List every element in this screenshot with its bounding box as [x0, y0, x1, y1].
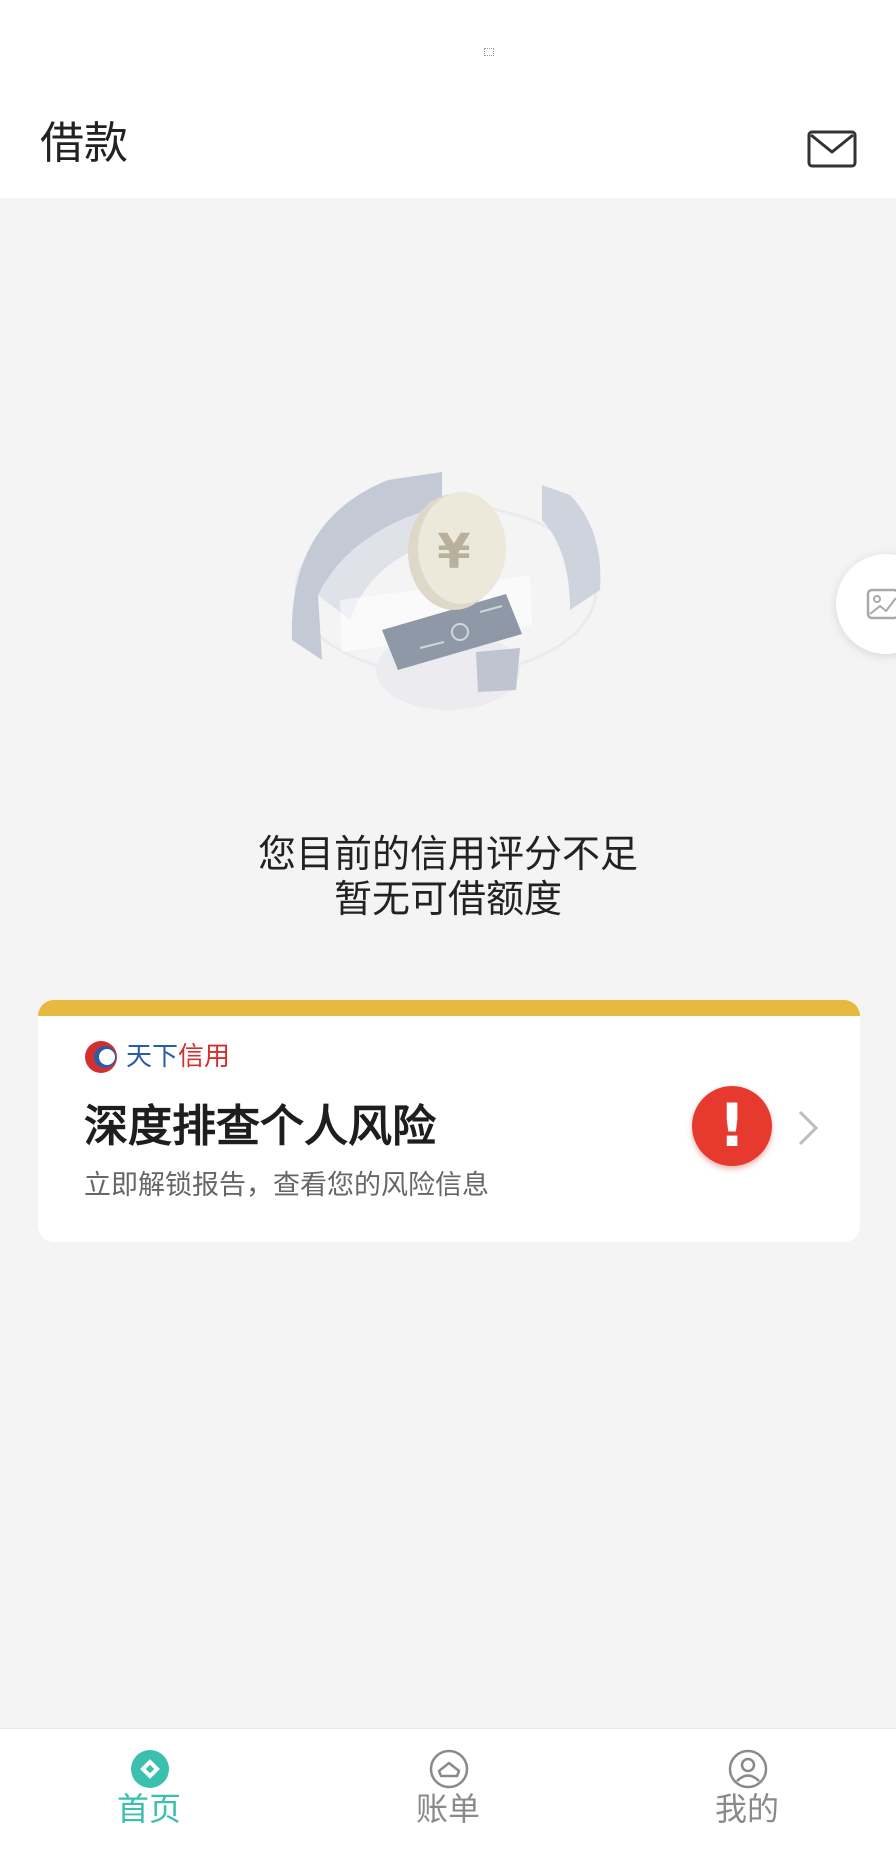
card-top-bar: [38, 1000, 860, 1016]
chevron-right-icon: [798, 1110, 819, 1146]
tab-profile[interactable]: 我的: [598, 1729, 896, 1849]
home-diamond-icon: [131, 1750, 169, 1788]
tab-home[interactable]: 首页: [0, 1729, 298, 1849]
page-title: 借款: [40, 118, 128, 169]
tab-home-label: 首页: [116, 1790, 181, 1828]
bill-icon: [429, 1749, 469, 1789]
floating-image-button[interactable]: [836, 554, 896, 654]
alert-symbol: !: [718, 1091, 745, 1161]
svg-text:¥: ¥: [437, 524, 470, 580]
status-bar: [0, 0, 896, 100]
header: 借款: [0, 100, 896, 198]
brand-name-part2: 信用: [178, 1042, 231, 1072]
risk-report-card[interactable]: 天下信用 深度排查个人风险 立即解锁报告，查看您的风险信息 !: [38, 1000, 860, 1242]
status-indicator-icon: [484, 48, 494, 56]
image-edit-icon: [866, 588, 896, 620]
alert-icon: !: [692, 1086, 772, 1166]
empty-state-line2: 暂无可借额度: [333, 877, 562, 921]
profile-icon: [728, 1749, 768, 1789]
card-title: 深度排查个人风险: [84, 1101, 436, 1152]
empty-credit-illustration: ¥: [291, 472, 601, 710]
empty-state-line1: 您目前的信用评分不足: [257, 832, 638, 876]
brand-logo-icon: [85, 1041, 117, 1073]
brand-name-part1: 天下: [126, 1042, 179, 1072]
card-subtitle: 立即解锁报告，查看您的风险信息: [84, 1170, 489, 1201]
mail-button[interactable]: [806, 126, 858, 172]
tab-profile-label: 我的: [714, 1790, 779, 1828]
tab-bill[interactable]: 账单: [299, 1729, 597, 1849]
mail-icon: [807, 130, 857, 168]
bottom-tab-bar: 首页 账单 我的: [0, 1728, 896, 1849]
brand-name: 天下信用: [126, 1040, 230, 1074]
tab-bill-label: 账单: [415, 1790, 480, 1828]
